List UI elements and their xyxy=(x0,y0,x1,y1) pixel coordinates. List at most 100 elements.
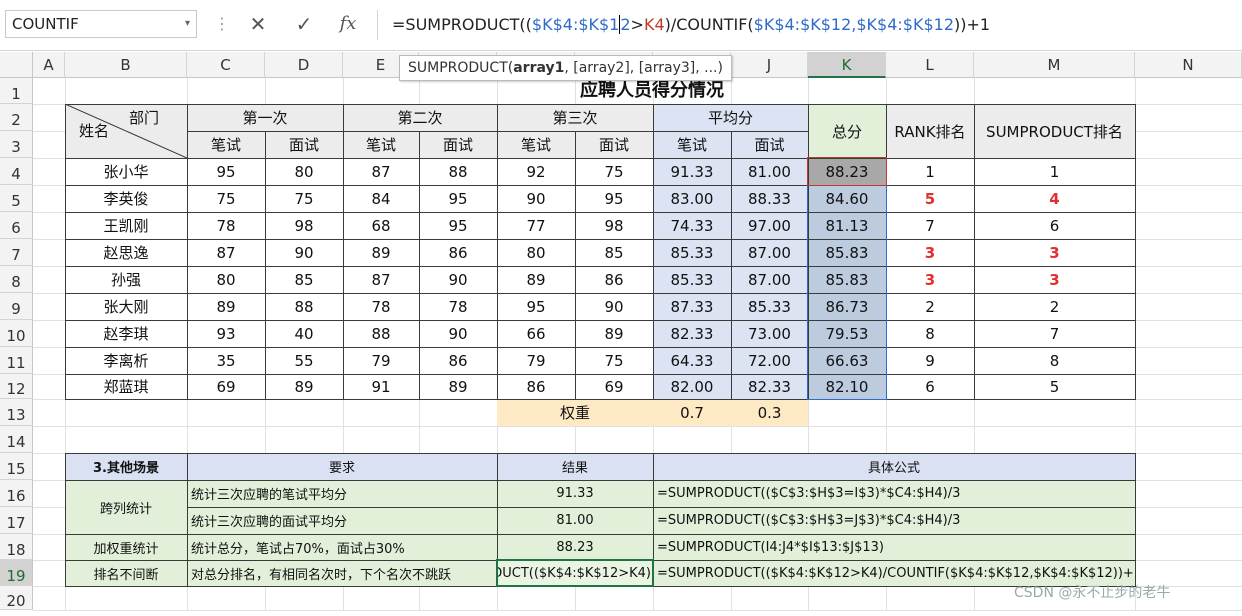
row-header-8[interactable]: 8 xyxy=(0,266,33,293)
row-header-7[interactable]: 7 xyxy=(0,239,33,266)
row-header-9[interactable]: 9 xyxy=(0,293,33,320)
score-cell[interactable]: 91 xyxy=(343,374,419,399)
score-cell[interactable]: 85.33 xyxy=(653,239,731,266)
score-cell[interactable]: 85 xyxy=(265,266,343,293)
formula-input[interactable]: =SUMPRODUCT(($K$4:$K$12>K4)/COUNTIF($K$4… xyxy=(377,10,1242,40)
score-cell[interactable]: 79 xyxy=(497,347,575,374)
score-cell[interactable]: 78 xyxy=(419,293,497,320)
weight-written[interactable]: 0.7 xyxy=(653,399,731,426)
score-cell[interactable]: 5 xyxy=(974,374,1135,399)
score-cell[interactable]: 75 xyxy=(187,185,265,212)
score-cell[interactable]: 86 xyxy=(419,347,497,374)
score-cell[interactable]: 73.00 xyxy=(731,320,808,347)
score-cell[interactable]: 88.33 xyxy=(731,185,808,212)
score-cell[interactable]: 97.00 xyxy=(731,212,808,239)
tooltip-fn[interactable]: SUMPRODUCT( xyxy=(408,60,513,76)
column-header-c[interactable]: C xyxy=(187,52,265,78)
score-cell[interactable]: 7 xyxy=(974,320,1135,347)
score-cell[interactable]: 35 xyxy=(187,347,265,374)
score-cell[interactable]: 90 xyxy=(575,293,653,320)
name-cell[interactable]: 张大刚 xyxy=(65,293,187,320)
row-header-17[interactable]: 17 xyxy=(0,507,33,534)
result-value[interactable]: 91.33 xyxy=(497,480,653,507)
row-header-11[interactable]: 11 xyxy=(0,347,33,374)
name-cell[interactable]: 李英俊 xyxy=(65,185,187,212)
score-cell[interactable]: 55 xyxy=(265,347,343,374)
column-header-n[interactable]: N xyxy=(1135,52,1242,78)
score-cell[interactable]: 95 xyxy=(575,185,653,212)
drag-handle-icon[interactable]: ⋮ xyxy=(214,14,230,33)
score-cell[interactable]: 69 xyxy=(187,374,265,399)
score-cell[interactable]: 6 xyxy=(974,212,1135,239)
score-cell[interactable]: 83.00 xyxy=(653,185,731,212)
score-cell[interactable]: 87 xyxy=(187,239,265,266)
score-cell[interactable]: 77 xyxy=(497,212,575,239)
tooltip-arg[interactable]: array1 xyxy=(513,60,564,76)
column-header-d[interactable]: D xyxy=(265,52,343,78)
select-all-corner[interactable] xyxy=(0,52,33,78)
column-header-m[interactable]: M xyxy=(974,52,1135,78)
score-cell[interactable]: 7 xyxy=(886,212,974,239)
row-header-3[interactable]: 3 xyxy=(0,131,33,158)
result-value[interactable]: 81.00 xyxy=(497,507,653,534)
score-cell[interactable]: 8 xyxy=(886,320,974,347)
score-cell[interactable]: 88 xyxy=(265,293,343,320)
name-cell[interactable]: 王凯刚 xyxy=(65,212,187,239)
enter-icon[interactable]: ✓ xyxy=(286,10,322,38)
score-cell[interactable]: 3 xyxy=(974,266,1135,293)
score-cell[interactable]: 40 xyxy=(265,320,343,347)
score-cell[interactable]: 81.00 xyxy=(731,158,808,185)
row-header-14[interactable]: 14 xyxy=(0,426,33,453)
score-cell[interactable]: 93 xyxy=(187,320,265,347)
row-header-13[interactable]: 13 xyxy=(0,399,33,426)
column-header-b[interactable]: B xyxy=(65,52,187,78)
score-cell[interactable]: 3 xyxy=(886,239,974,266)
score-cell[interactable]: 90 xyxy=(497,185,575,212)
score-cell[interactable]: 90 xyxy=(265,239,343,266)
score-cell[interactable]: 80 xyxy=(497,239,575,266)
score-cell[interactable]: 87.00 xyxy=(731,239,808,266)
score-cell[interactable]: 80 xyxy=(265,158,343,185)
name-box[interactable]: COUNTIF ▾ xyxy=(5,10,197,38)
score-cell[interactable]: 98 xyxy=(575,212,653,239)
name-cell[interactable]: 张小华 xyxy=(65,158,187,185)
score-cell[interactable]: 87.33 xyxy=(653,293,731,320)
score-cell[interactable]: 89 xyxy=(187,293,265,320)
score-cell[interactable]: 75 xyxy=(575,158,653,185)
score-cell[interactable]: 79 xyxy=(343,347,419,374)
name-cell[interactable]: 李离析 xyxy=(65,347,187,374)
row-header-18[interactable]: 18 xyxy=(0,534,33,560)
score-cell[interactable]: 89 xyxy=(265,374,343,399)
score-cell[interactable]: 78 xyxy=(343,293,419,320)
score-cell[interactable]: 92 xyxy=(497,158,575,185)
score-cell[interactable]: 95 xyxy=(497,293,575,320)
row-header-2[interactable]: 2 xyxy=(0,104,33,131)
name-cell[interactable]: 赵思逸 xyxy=(65,239,187,266)
score-cell[interactable]: 89 xyxy=(343,239,419,266)
row-header-12[interactable]: 12 xyxy=(0,374,33,399)
score-cell[interactable]: 4 xyxy=(974,185,1135,212)
score-cell[interactable]: 95 xyxy=(419,185,497,212)
score-cell[interactable]: 5 xyxy=(886,185,974,212)
score-cell[interactable]: 75 xyxy=(265,185,343,212)
score-cell[interactable]: 66 xyxy=(497,320,575,347)
name-cell[interactable]: 赵李琪 xyxy=(65,320,187,347)
row-header-5[interactable]: 5 xyxy=(0,185,33,212)
score-cell[interactable]: 85 xyxy=(575,239,653,266)
score-cell[interactable]: 85.33 xyxy=(653,266,731,293)
row-header-15[interactable]: 15 xyxy=(0,453,33,480)
row-header-19[interactable]: 19 xyxy=(0,560,33,586)
score-cell[interactable]: 89 xyxy=(497,266,575,293)
score-cell[interactable]: 87 xyxy=(343,158,419,185)
score-cell[interactable]: 91.33 xyxy=(653,158,731,185)
score-cell[interactable]: 68 xyxy=(343,212,419,239)
score-cell[interactable]: 1 xyxy=(886,158,974,185)
score-cell[interactable]: 1 xyxy=(974,158,1135,185)
score-cell[interactable]: 3 xyxy=(886,266,974,293)
score-cell[interactable]: 84 xyxy=(343,185,419,212)
row-header-4[interactable]: 4 xyxy=(0,158,33,185)
score-cell[interactable]: 64.33 xyxy=(653,347,731,374)
insert-function-icon[interactable]: fx xyxy=(330,10,366,38)
score-cell[interactable]: 86 xyxy=(497,374,575,399)
score-cell[interactable]: 87.00 xyxy=(731,266,808,293)
